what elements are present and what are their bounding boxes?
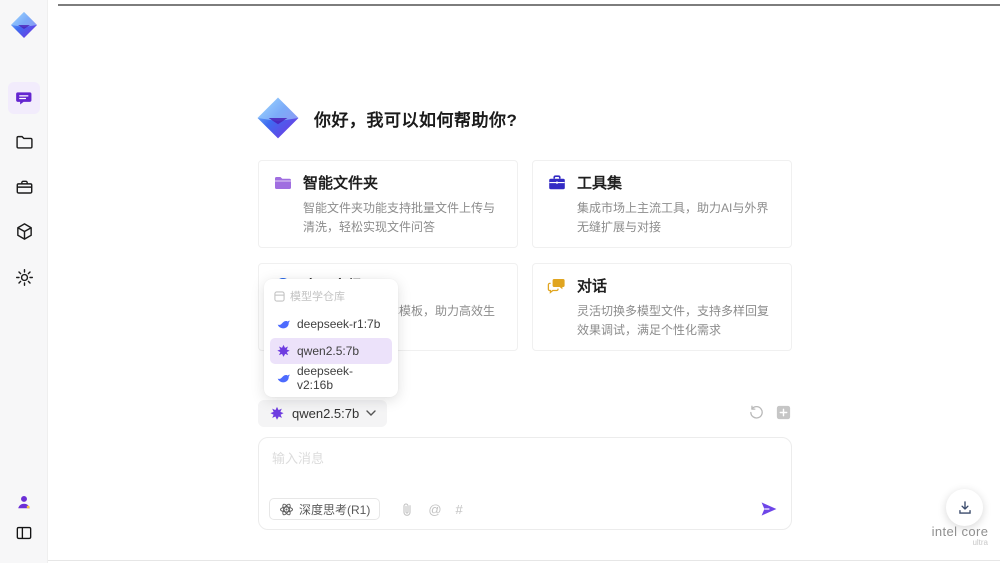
window-bottom-edge xyxy=(0,560,1000,561)
sidebar-item-folders[interactable] xyxy=(8,126,40,158)
cube-icon xyxy=(16,222,32,240)
card-title: 对话 xyxy=(577,278,608,296)
attachment-icon[interactable] xyxy=(400,502,414,517)
send-button[interactable] xyxy=(759,499,779,519)
toolkit-icon xyxy=(549,174,565,189)
briefcase-icon xyxy=(16,180,32,194)
card-toolkit[interactable]: 工具集 集成市场上主流工具，助力AI与外界无缝扩展与对接 xyxy=(532,160,792,249)
card-description: 智能文件夹功能支持批量文件上传与清洗，轻松实现文件问答 xyxy=(303,201,496,234)
download-button[interactable] xyxy=(946,489,983,526)
deep-think-toggle[interactable]: 深度思考(R1) xyxy=(269,498,381,520)
deepseek-icon xyxy=(277,374,290,382)
intel-wordmark: intel core xyxy=(931,524,989,539)
user-icon xyxy=(18,495,30,509)
sidebar-item-settings[interactable] xyxy=(8,261,40,293)
smart-folder-icon xyxy=(275,176,291,189)
conversation-actions xyxy=(748,404,792,421)
model-selector-button[interactable]: qwen2.5:7b xyxy=(258,400,388,427)
model-option-deepseek-v2[interactable]: deepseek-v2:16b xyxy=(270,364,392,392)
model-option-qwen[interactable]: qwen2.5:7b xyxy=(270,338,392,364)
sidebar xyxy=(0,0,48,563)
card-title: 智能文件夹 xyxy=(303,175,379,192)
atom-icon xyxy=(280,503,293,515)
message-composer[interactable]: 输入消息 深度思考(R1) @ # xyxy=(258,437,792,530)
app-logo-icon xyxy=(11,12,37,38)
mention-icon[interactable]: @ xyxy=(428,502,441,517)
chat-icon xyxy=(15,91,31,104)
deepseek-icon xyxy=(277,320,290,328)
assistant-logo-icon xyxy=(257,97,299,139)
chevron-down-icon xyxy=(366,410,376,416)
card-dialog[interactable]: 对话 灵活切换多模型文件，支持多样回复效果调试，满足个性化需求 xyxy=(532,263,792,352)
selected-model-label: qwen2.5:7b xyxy=(292,406,360,421)
greeting-title: 你好，我可以如何帮助你? xyxy=(314,110,518,130)
sidebar-item-apps[interactable] xyxy=(8,215,40,247)
repo-icon xyxy=(274,290,285,302)
download-icon xyxy=(958,500,971,514)
history-icon[interactable] xyxy=(748,404,765,421)
window-top-edge xyxy=(58,4,1000,6)
hashtag-icon[interactable]: # xyxy=(456,502,463,517)
composer-toolbar: 深度思考(R1) @ # xyxy=(269,498,779,520)
panel-collapse-icon xyxy=(16,526,32,540)
card-description: 灵活切换多模型文件，支持多样回复效果调试，满足个性化需求 xyxy=(577,304,770,337)
card-description: 集成市场上主流工具，助力AI与外界无缝扩展与对接 xyxy=(577,201,769,234)
card-smart-folder[interactable]: 智能文件夹 智能文件夹功能支持批量文件上传与清洗，轻松实现文件问答 xyxy=(258,160,518,249)
sidebar-item-chat[interactable] xyxy=(8,82,40,114)
new-chat-icon[interactable] xyxy=(775,404,792,421)
greeting: 你好，我可以如何帮助你? xyxy=(256,96,517,140)
sidebar-item-collapse-panel[interactable] xyxy=(8,517,40,549)
message-input[interactable]: 输入消息 xyxy=(272,448,324,467)
intel-core-badge: intel core ultra xyxy=(924,524,996,547)
qwen-icon xyxy=(277,344,290,357)
qwen-icon xyxy=(270,406,284,420)
sidebar-item-toolbox[interactable] xyxy=(8,171,40,203)
intel-sub-label: ultra xyxy=(972,538,988,547)
model-dropdown-header: 模型学仓库 xyxy=(270,285,392,310)
model-option-deepseek-r1[interactable]: deepseek-r1:7b xyxy=(270,311,392,337)
gear-icon xyxy=(15,268,33,286)
dialog-icon xyxy=(547,278,565,294)
send-icon xyxy=(761,502,777,516)
card-title: 工具集 xyxy=(577,175,623,192)
folder-icon xyxy=(15,135,33,149)
app-window: 你好，我可以如何帮助你? 智能文件夹 智能文件夹功能支持批量文件上传与清洗，轻松… xyxy=(0,0,1000,563)
sidebar-item-account[interactable] xyxy=(8,486,40,518)
model-dropdown: 模型学仓库 deepseek-r1:7b qwen2.5:7b deepseek… xyxy=(264,279,398,397)
